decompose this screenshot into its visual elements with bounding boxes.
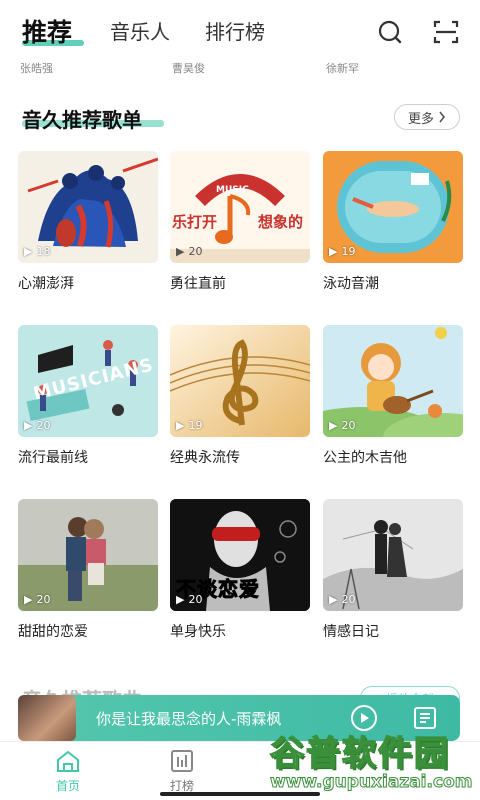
playlist-cover[interactable]: MUSICIANS ▶ 20 [18,325,158,437]
play-count-value: 20 [341,419,356,432]
play-icon: ▶ [329,419,338,432]
playlist-cover[interactable]: ▶ 20 [323,499,463,611]
play-icon: ▶ [329,593,338,606]
playlist-title[interactable]: 泳动音潮 [323,273,463,293]
playlist-title[interactable]: 勇往直前 [170,273,310,293]
cover-text: 想象的 [258,213,304,231]
playlist-card[interactable]: 不谈恋爱 ▶ 20 单身快乐 [170,499,310,641]
play-icon: ▶ [329,245,338,258]
mini-player-cover[interactable] [18,695,76,741]
playlist-card[interactable]: MUSIC 乐打开 想象的 ▶ 20 勇往直前 [170,151,310,293]
bottom-nav-charts[interactable]: 打榜 [152,748,212,794]
bottom-nav-home-label: 首页 [55,779,80,793]
playlist-title[interactable]: 甜甜的恋爱 [18,621,158,641]
play-count: ▶ 18 [24,245,50,258]
playlist-cover[interactable]: MUSIC 乐打开 想象的 ▶ 20 [170,151,310,263]
playlist-title[interactable]: 公主的木吉他 [323,447,463,467]
section-title: 音久推荐歌单 [22,108,142,132]
play-count: ▶ 20 [176,245,202,258]
chart-icon [171,750,193,772]
playlist-cover[interactable]: ▶ 20 [323,325,463,437]
tab-charts[interactable]: 排行榜 [205,16,265,45]
bottom-nav-home[interactable]: 首页 [38,748,98,794]
play-count-value: 20 [188,245,203,258]
artist-name[interactable]: 曹昊俊 [172,60,205,76]
cover-text: 乐打开 [172,213,218,231]
play-count: ▶ 20 [24,593,50,606]
playlist-title[interactable]: 单身快乐 [170,621,310,641]
playlist-card[interactable]: ▶ 18 心潮澎湃 [18,151,158,293]
playlist-cover[interactable]: ▶ 19 [323,151,463,263]
play-icon: ▶ [24,419,33,432]
tab-musicians[interactable]: 音乐人 [110,16,170,45]
watermark-text: 谷普软件园 [269,733,450,775]
play-count: ▶ 19 [329,245,355,258]
playlist-title[interactable]: 心潮澎湃 [18,273,158,293]
play-count: ▶ 20 [24,419,50,432]
play-count: ▶ 20 [176,593,202,606]
playlist-cover[interactable]: ▶ 20 [18,499,158,611]
play-count-value: 20 [36,419,51,432]
play-count: ▶ 20 [329,419,355,432]
play-count-value: 19 [188,419,203,432]
artist-names-row: 张皓强 曹昊俊 徐新罕 [0,60,480,78]
search-icon[interactable] [376,18,404,46]
play-icon: ▶ [176,419,185,432]
more-label: 更多 [407,111,434,127]
playlist-card[interactable]: ▶ 20 甜甜的恋爱 [18,499,158,641]
watermark-url: www.gupuxiazai.com [269,772,473,793]
playlist-card[interactable]: MUSICIANS ▶ 20 流行最前线 [18,325,158,467]
watermark: 谷普软件园 www.gupuxiazai.com [264,722,480,800]
mini-player-title[interactable]: 你是让我最思念的人-雨霖枫 [96,708,281,729]
play-icon: ▶ [24,593,33,606]
playlist-cover[interactable]: ▶ 18 [18,151,158,263]
playlist-title[interactable]: 情感日记 [323,621,463,641]
chevron-right-icon [439,111,446,123]
playlist-card[interactable]: ▶ 20 公主的木吉他 [323,325,463,467]
artist-name[interactable]: 徐新罕 [326,60,359,76]
play-count-value: 20 [36,593,51,606]
playlist-card[interactable]: ▶ 19 泳动音潮 [323,151,463,293]
play-count-value: 20 [188,593,203,606]
playlist-card[interactable]: ▶ 20 情感日记 [323,499,463,641]
top-nav: 推荐 音乐人 排行榜 [0,0,480,56]
play-icon: ▶ [24,245,33,258]
playlist-card[interactable]: ▶ 19 经典永流传 [170,325,310,467]
home-icon [57,750,79,772]
play-count: ▶ 20 [329,593,355,606]
scan-icon[interactable] [432,18,460,46]
more-button[interactable]: 更多 [394,104,460,130]
play-count: ▶ 19 [176,419,202,432]
play-count-value: 18 [36,245,51,258]
play-icon: ▶ [176,245,185,258]
play-icon: ▶ [176,593,185,606]
play-count-value: 19 [341,245,356,258]
tab-recommend[interactable]: 推荐 [22,13,72,49]
artist-name[interactable]: 张皓强 [20,60,53,76]
playlist-title[interactable]: 经典永流传 [170,447,310,467]
cover-text: MUSIC [216,185,249,195]
play-count-value: 20 [341,593,356,606]
playlist-cover[interactable]: ▶ 19 [170,325,310,437]
playlist-cover[interactable]: 不谈恋爱 ▶ 20 [170,499,310,611]
playlist-title[interactable]: 流行最前线 [18,447,158,467]
